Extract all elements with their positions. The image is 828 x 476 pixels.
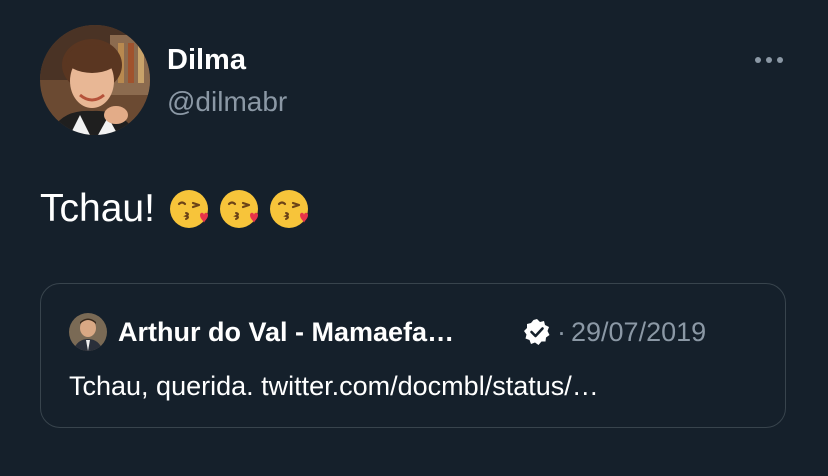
- quoted-tweet-card[interactable]: Arthur do Val - Mamaefa… · 29/07/2019 Tc…: [40, 283, 786, 428]
- tweet-text: Tchau!: [40, 186, 311, 232]
- face-blowing-a-kiss-emoji: [219, 190, 258, 228]
- quoted-tweet-text: Tchau, querida. twitter.com/docmbl/statu…: [69, 371, 599, 401]
- quoted-author-name[interactable]: Arthur do Val - Mamaefa…: [118, 314, 454, 350]
- verified-badge-icon: [522, 317, 552, 347]
- more-options-button[interactable]: [748, 46, 790, 74]
- quoted-tweet-date[interactable]: 29/07/2019: [571, 314, 706, 350]
- face-blowing-a-kiss-emoji: [269, 190, 308, 228]
- face-blowing-a-kiss-emoji: [169, 190, 208, 228]
- tweet-text-content: Tchau!: [40, 187, 155, 230]
- author-avatar[interactable]: [40, 25, 150, 135]
- quoted-author-avatar[interactable]: [69, 313, 107, 351]
- more-horizontal-icon: [755, 57, 783, 63]
- emoji-group: [167, 187, 311, 231]
- author-display-name[interactable]: Dilma: [167, 42, 246, 78]
- date-separator: ·: [557, 317, 566, 347]
- author-handle[interactable]: @dilmabr: [167, 84, 287, 120]
- tweet: Dilma @dilmabr Tchau! Arthur do Val - Ma…: [0, 0, 828, 476]
